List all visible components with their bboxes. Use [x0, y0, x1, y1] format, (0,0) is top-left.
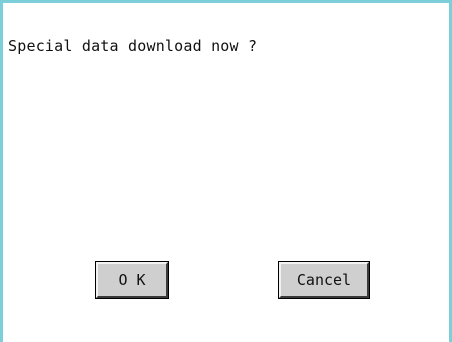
dialog-message: Special data download now ?	[8, 37, 258, 55]
ok-button[interactable]: O K	[95, 261, 169, 299]
cancel-button[interactable]: Cancel	[278, 261, 370, 299]
confirmation-dialog: Special data download now ? O K Cancel	[0, 0, 452, 342]
